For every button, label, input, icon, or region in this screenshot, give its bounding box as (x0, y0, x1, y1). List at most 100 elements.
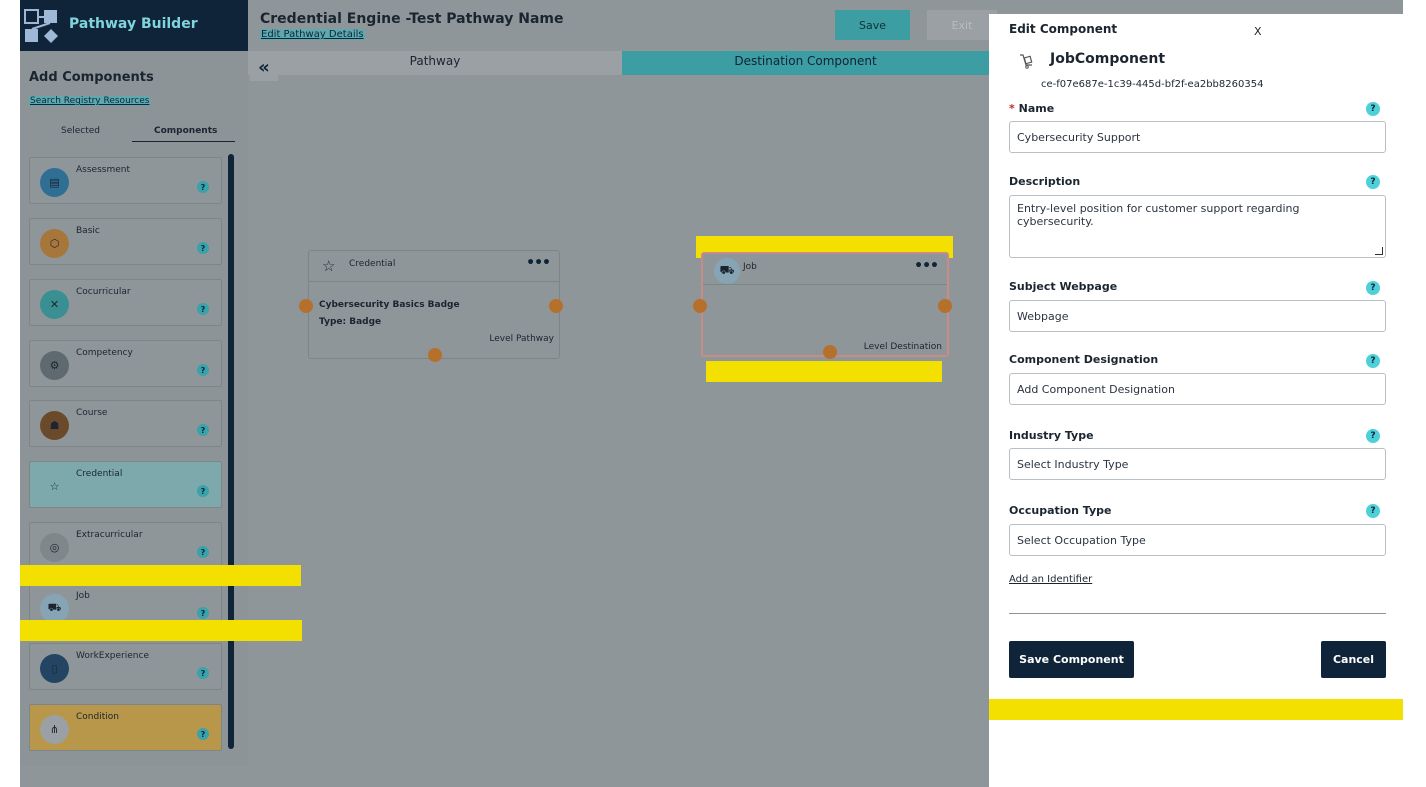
help-icon[interactable]: ? (197, 485, 209, 497)
add-components-sidebar: Add Components Search Registry Resources… (20, 51, 248, 766)
tab-selected[interactable]: Selected (61, 126, 100, 136)
occupation-type-help-icon[interactable]: ? (1366, 504, 1380, 518)
component-designation-select[interactable]: Add Component Designation (1009, 373, 1386, 405)
help-icon[interactable]: ? (197, 364, 209, 376)
credential-node[interactable]: ☆ Credential ••• Cybersecurity Basics Ba… (308, 250, 560, 359)
connector-port[interactable] (549, 299, 563, 313)
active-tab-indicator (132, 141, 235, 142)
node-type-label: Credential (349, 259, 396, 269)
destination-column-title: Destination Component (622, 51, 989, 75)
subject-webpage-input[interactable]: Webpage (1009, 300, 1386, 332)
component-card-cocurricular[interactable]: ✕ Cocurricular ? (29, 279, 222, 326)
connector-port[interactable] (428, 348, 442, 362)
component-label: Cocurricular (76, 287, 131, 297)
pathway-title: Credential Engine -Test Pathway Name (260, 11, 564, 27)
gear-icon: ⚙ (40, 351, 69, 380)
connector-port[interactable] (299, 299, 313, 313)
assessment-icon: ▤ (40, 168, 69, 197)
description-textarea[interactable]: Entry-level position for customer suppor… (1009, 195, 1386, 258)
app-root: Pathway Builder Credential Engine -Test … (20, 0, 1403, 787)
destination-column: Destination Component (622, 51, 989, 787)
help-icon[interactable]: ? (197, 667, 209, 679)
sidebar-footer (20, 766, 248, 787)
job-node[interactable]: ⛟ Job ••• Level Destination (701, 252, 949, 357)
job-icon (1020, 54, 1033, 69)
description-label: Description (1009, 175, 1081, 188)
pathway-logo-icon (24, 9, 58, 43)
brand-title: Pathway Builder (69, 16, 198, 32)
edit-pathway-details-link[interactable]: Edit Pathway Details (260, 29, 365, 40)
name-input[interactable]: Cybersecurity Support (1009, 121, 1386, 153)
pathway-column: Pathway (248, 51, 622, 787)
work-experience-icon: ▯ (40, 654, 69, 683)
highlight-mark (20, 620, 302, 641)
component-card-basic[interactable]: ⬡ Basic ? (29, 218, 222, 265)
help-icon[interactable]: ? (197, 181, 209, 193)
component-name: JobComponent (1050, 51, 1166, 67)
node-menu-icon[interactable]: ••• (914, 258, 939, 274)
collapse-sidebar-button[interactable]: « (250, 53, 278, 81)
search-registry-link[interactable]: Search Registry Resources (29, 96, 151, 106)
job-icon: ⛟ (714, 258, 740, 284)
help-icon[interactable]: ? (197, 424, 209, 436)
component-label: Job (76, 591, 90, 601)
help-icon[interactable]: ? (197, 303, 209, 315)
description-value: Entry-level position for customer suppor… (1017, 202, 1300, 228)
highlight-mark (706, 361, 942, 382)
save-component-button[interactable]: Save Component (1009, 641, 1134, 678)
component-card-assessment[interactable]: ▤ Assessment ? (29, 157, 222, 204)
connector-port[interactable] (693, 299, 707, 313)
component-card-extracurricular[interactable]: ◎ Extracurricular ? (29, 522, 222, 569)
save-button[interactable]: Save (835, 10, 910, 40)
star-icon: ☆ (322, 257, 336, 275)
component-label: Competency (76, 348, 133, 358)
close-icon[interactable]: X (1254, 25, 1262, 38)
industry-type-help-icon[interactable]: ? (1366, 429, 1380, 443)
help-icon[interactable]: ? (197, 728, 209, 740)
node-menu-icon[interactable]: ••• (526, 255, 551, 271)
job-icon: ⛟ (40, 594, 69, 623)
subject-webpage-label: Subject Webpage (1009, 280, 1118, 293)
component-label: Extracurricular (76, 530, 143, 540)
component-label: Course (76, 408, 108, 418)
name-help-icon[interactable]: ? (1366, 102, 1380, 116)
component-card-competency[interactable]: ⚙ Competency ? (29, 340, 222, 387)
extracurricular-icon: ◎ (40, 533, 69, 562)
component-label: Basic (76, 226, 100, 236)
component-label: WorkExperience (76, 651, 149, 661)
sidebar-heading: Add Components (29, 70, 154, 85)
occupation-type-label: Occupation Type (1009, 504, 1112, 517)
component-designation-help-icon[interactable]: ? (1366, 354, 1380, 368)
component-designation-label: Component Designation (1009, 353, 1159, 366)
industry-type-select[interactable]: Select Industry Type (1009, 448, 1386, 480)
sidebar-scrollbar[interactable] (228, 154, 234, 749)
highlight-mark (20, 565, 301, 586)
help-icon[interactable]: ? (197, 607, 209, 619)
node-header: ☆ Credential ••• (309, 251, 559, 282)
connector-port[interactable] (823, 345, 837, 359)
occupation-type-select[interactable]: Select Occupation Type (1009, 524, 1386, 556)
add-identifier-link[interactable]: Add an Identifier (1009, 574, 1092, 585)
component-label: Assessment (76, 165, 130, 175)
component-label: Condition (76, 712, 119, 722)
description-help-icon[interactable]: ? (1366, 175, 1380, 189)
name-label-text: Name (1018, 102, 1055, 115)
component-card-course[interactable]: ☗ Course ? (29, 400, 222, 447)
help-icon[interactable]: ? (197, 546, 209, 558)
subject-webpage-help-icon[interactable]: ? (1366, 281, 1380, 295)
exit-button[interactable]: Exit (927, 10, 997, 40)
resize-handle-icon[interactable] (1375, 247, 1383, 255)
node-level: Level Destination (863, 342, 942, 352)
component-card-credential[interactable]: ☆ Credential ? (29, 461, 222, 508)
connector-port[interactable] (938, 299, 952, 313)
cancel-button[interactable]: Cancel (1321, 641, 1386, 678)
component-card-condition[interactable]: ⋔ Condition ? (29, 704, 222, 751)
node-header: ⛟ Job ••• (703, 254, 947, 285)
help-icon[interactable]: ? (197, 242, 209, 254)
component-card-work-experience[interactable]: ▯ WorkExperience ? (29, 643, 222, 690)
node-name: Cybersecurity Basics Badge (319, 300, 460, 310)
tab-components[interactable]: Components (154, 126, 217, 136)
name-label: * Name (1009, 102, 1054, 115)
panel-title: Edit Component (1009, 22, 1118, 36)
required-marker: * (1009, 102, 1015, 115)
